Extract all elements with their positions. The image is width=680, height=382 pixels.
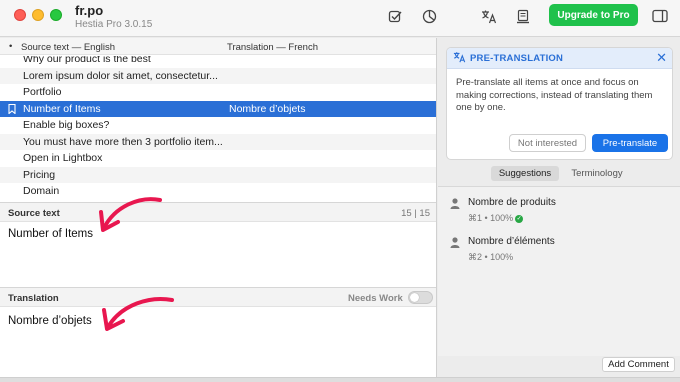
pretranslation-card: PRE-TRANSLATION ✕ Pre-translate all item… <box>446 47 673 160</box>
sidebar-pane: PRE-TRANSLATION ✕ Pre-translate all item… <box>438 38 680 382</box>
translate-icon <box>453 51 466 66</box>
translate-icon[interactable] <box>478 5 500 27</box>
document-subtitle: Hestia Pro 3.0.15 <box>75 19 153 30</box>
title-bar: fr.po Hestia Pro 3.0.15 Upgrade to Pro <box>0 0 680 37</box>
tab-suggestions[interactable]: Suggestions <box>491 166 559 181</box>
sidebar-icon[interactable] <box>649 5 671 27</box>
person-icon <box>450 237 460 248</box>
suggestions-list: Nombre de produits ⌘1 • 100% ✓ Nombre d’é… <box>438 186 680 356</box>
status-bar <box>0 377 680 382</box>
add-comment-button[interactable]: Add Comment <box>602 357 675 372</box>
annotation-arrows <box>99 197 174 331</box>
checkbox-icon[interactable] <box>384 5 406 27</box>
person-icon <box>450 198 460 209</box>
statistics-icon[interactable] <box>418 5 440 27</box>
close-icon[interactable]: ✕ <box>656 50 667 66</box>
document-title: fr.po <box>75 3 104 18</box>
pretranslation-description: Pre-translate all items at once and focu… <box>456 77 653 113</box>
upgrade-button[interactable]: Upgrade to Pro <box>549 4 638 26</box>
pretranslate-button[interactable]: Pre-translate <box>592 134 668 152</box>
zoom-window-button[interactable] <box>50 9 62 21</box>
verified-check-icon: ✓ <box>515 215 524 223</box>
close-window-button[interactable] <box>14 9 26 21</box>
document-icon[interactable] <box>512 5 534 27</box>
minimize-window-button[interactable] <box>32 9 44 21</box>
not-interested-button[interactable]: Not interested <box>509 134 586 152</box>
tab-terminology[interactable]: Terminology <box>563 166 631 181</box>
pretranslation-header: PRE-TRANSLATION ✕ <box>447 48 672 69</box>
pretranslation-title: PRE-TRANSLATION <box>470 53 564 64</box>
editor-pane: • Source text — English Translation — Fr… <box>0 38 437 382</box>
